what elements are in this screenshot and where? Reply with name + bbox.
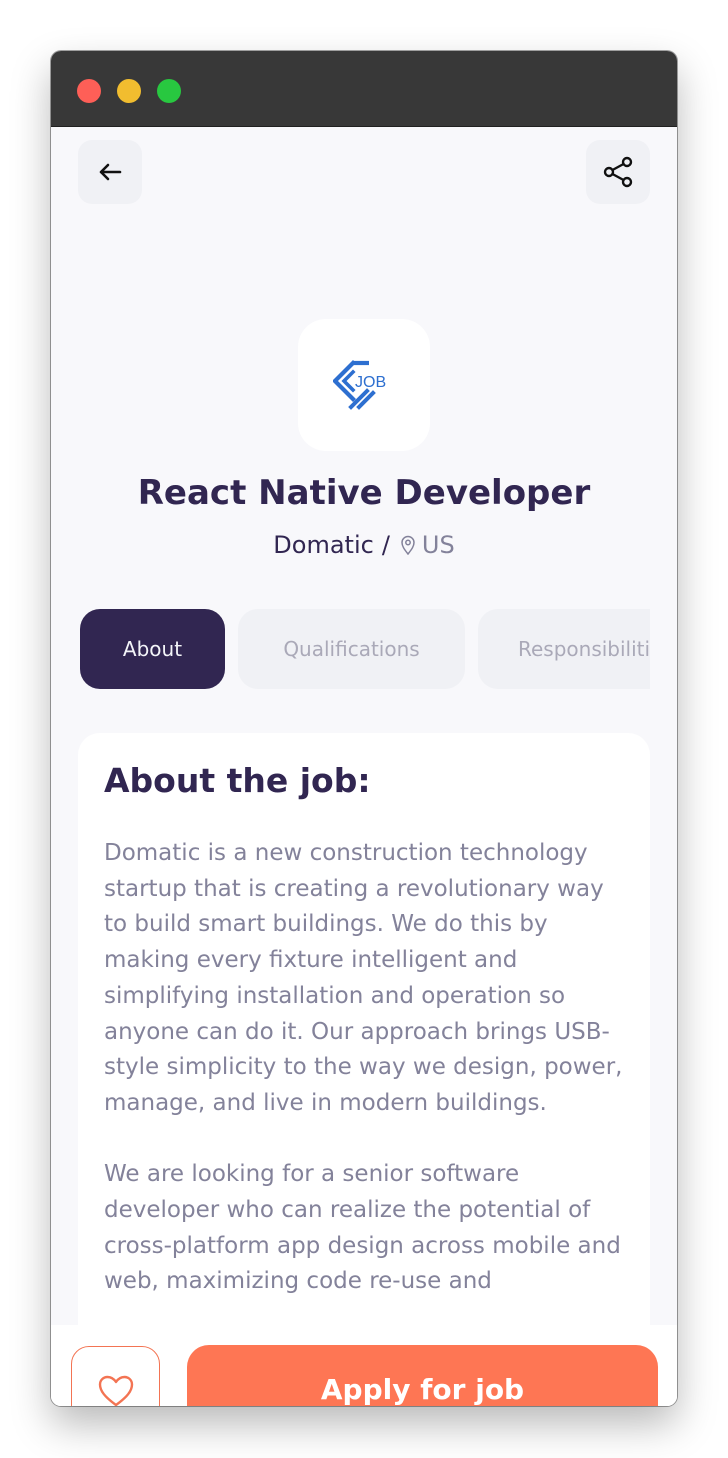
minimize-window-button[interactable] [117,79,141,103]
separator: / [381,531,390,559]
maximize-window-button[interactable] [157,79,181,103]
company-name: Domatic [273,531,374,559]
company-logo: JOB [298,319,430,451]
share-button[interactable] [586,140,650,204]
location-pin-icon [400,535,416,555]
favorite-button[interactable] [71,1346,160,1406]
about-paragraph: We are looking for a senior software dev… [104,1161,621,1295]
logo-text: JOB [355,374,386,391]
job-details-screen: JOB React Native Developer Domatic / US … [51,127,677,1406]
app-window: JOB React Native Developer Domatic / US … [51,51,677,1406]
window-titlebar [51,51,677,127]
about-heading: About the job: [104,761,371,800]
arrow-left-icon [99,163,122,181]
apply-button[interactable]: Apply for job [187,1345,658,1406]
company-location-line: Domatic / US [51,531,677,559]
job-tabs: About Qualifications Responsibilities [80,609,650,689]
footer-bar: Apply for job [51,1325,677,1406]
about-card: About the job: Domatic is a new construc… [78,733,650,1406]
company-logo-image: JOB [333,360,386,410]
tab-responsibilities[interactable]: Responsibilities [478,609,650,689]
tab-about[interactable]: About [80,609,225,689]
close-window-button[interactable] [77,79,101,103]
back-button[interactable] [78,140,142,204]
share-icon [603,156,633,188]
about-paragraph: Domatic is a new construction technology… [104,840,623,1116]
job-country: US [421,531,455,559]
job-title: React Native Developer [137,473,591,513]
tab-qualifications[interactable]: Qualifications [238,609,465,689]
heart-icon [98,1375,133,1406]
